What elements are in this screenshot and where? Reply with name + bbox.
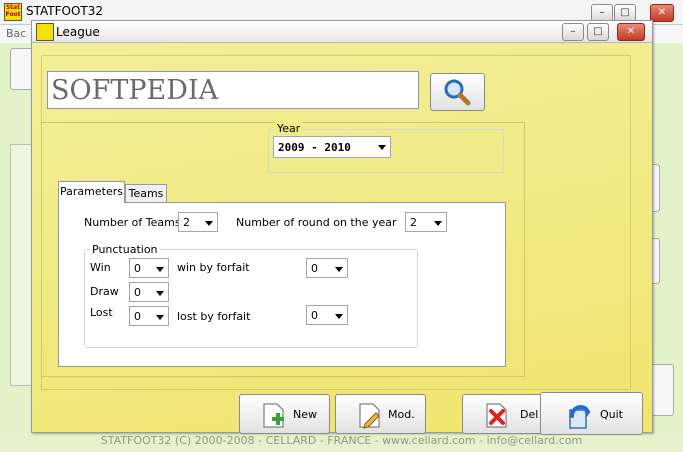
lost-by-forfait-select[interactable]: 0 [306,305,348,325]
year-value: 2009 - 2010 [278,141,351,154]
modify-button[interactable]: Mod. [335,394,426,434]
app-icon-text: Stat Foot [5,4,21,18]
number-of-rounds-label: Number of round on the year [236,216,397,229]
league-search-input[interactable]: SOFTPEDIA [47,71,419,109]
lost-label: Lost [90,306,113,319]
dialog-content: SOFTPEDIA Year 2009 - 2010 Parameters Te… [32,43,652,435]
dialog-minimize-button[interactable]: – [562,23,584,41]
league-dialog: League – □ ✕ SOFTPEDIA Year 2009 - 2010 … [31,20,653,435]
main-close-button[interactable]: ✕ [650,4,674,22]
search-button[interactable] [430,73,485,111]
win-select[interactable]: 0 [129,258,169,278]
chevron-down-icon [335,314,343,319]
lost-select[interactable]: 0 [129,306,169,326]
year-select[interactable]: 2009 - 2010 [273,136,391,158]
status-bar: STATFOOT32 (C) 2000-2008 - CELLARD - FRA… [0,432,683,452]
draw-value: 0 [134,286,141,299]
dialog-title: League [56,25,100,39]
delete-document-icon [486,403,507,428]
new-document-icon [263,403,284,428]
app-icon: Stat Foot [4,3,22,21]
modify-button-label: Mod. [388,408,415,421]
chevron-down-icon [335,267,343,272]
number-of-teams-label: Number of Teams [84,216,181,229]
new-button-label: New [293,408,317,421]
year-label: Year [275,122,303,135]
dialog-maximize-button[interactable]: □ [587,23,609,41]
main-window-title: STATFOOT32 [26,4,104,18]
lost-by-forfait-value: 0 [311,309,318,322]
chevron-down-icon [205,221,213,226]
quit-button-label: Quit [600,408,623,421]
draw-label: Draw [90,285,119,298]
win-by-forfait-value: 0 [311,262,318,275]
number-of-rounds-value: 2 [410,216,417,229]
number-of-teams-select[interactable]: 2 [178,212,218,232]
new-button[interactable]: New [239,394,330,434]
tab-teams[interactable]: Teams [125,184,167,203]
win-value: 0 [134,262,141,275]
lost-by-forfait-label: lost by forfait [177,310,251,323]
draw-select[interactable]: 0 [129,282,169,302]
win-by-forfait-select[interactable]: 0 [306,258,348,278]
chevron-down-icon [156,267,164,272]
dialog-app-icon [36,23,54,41]
number-of-rounds-select[interactable]: 2 [405,212,447,232]
menu-item-back[interactable]: Bac [6,27,26,40]
punctuation-label: Punctuation [90,243,160,256]
quit-arrow-icon [569,405,590,429]
number-of-teams-value: 2 [183,216,190,229]
dialog-title-bar: League – □ ✕ [32,21,652,43]
dialog-close-button[interactable]: ✕ [617,23,645,41]
chevron-down-icon [156,291,164,296]
win-label: Win [90,261,111,274]
tab-parameters[interactable]: Parameters [58,181,125,203]
win-by-forfait-label: win by forfait [177,261,250,274]
delete-button-label: Del [520,408,539,421]
magnifier-icon [444,79,471,106]
edit-document-icon [359,403,380,429]
chevron-down-icon [434,221,442,226]
lost-value: 0 [134,310,141,323]
quit-button[interactable]: Quit [540,392,643,435]
chevron-down-icon [156,315,164,320]
chevron-down-icon [378,145,386,150]
